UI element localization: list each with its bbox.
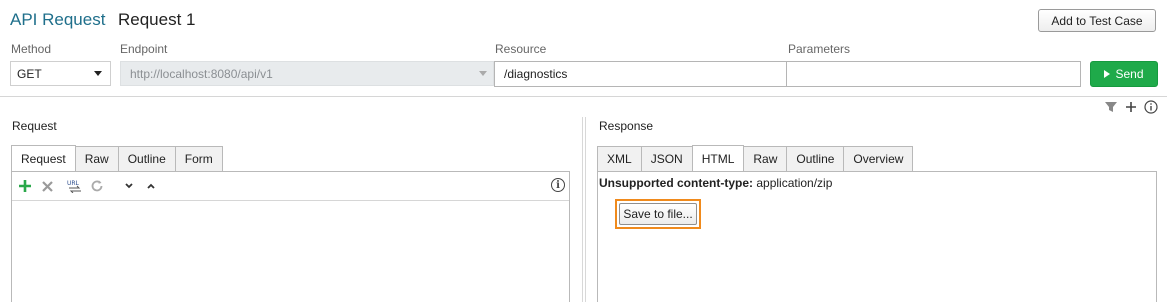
add-icon[interactable] — [16, 177, 34, 195]
request-toolbar: URL — [12, 172, 569, 201]
plus-icon[interactable] — [1124, 100, 1138, 114]
splitter-handle[interactable] — [582, 117, 586, 302]
method-select[interactable]: GET — [10, 61, 111, 86]
chevron-down-icon — [94, 71, 102, 76]
svg-text:URL: URL — [67, 180, 80, 187]
tab-outline[interactable]: Outline — [786, 146, 845, 172]
tab-json[interactable]: JSON — [640, 146, 693, 172]
endpoint-select[interactable]: http://localhost:8080/api/v1 — [120, 61, 494, 86]
parameters-label: Parameters — [788, 42, 851, 56]
info-icon[interactable] — [1144, 100, 1158, 114]
save-button-highlight: Save to file... — [615, 199, 701, 229]
resource-label: Resource — [495, 42, 547, 56]
filter-icon[interactable] — [1104, 100, 1118, 114]
panel-toolbar — [1104, 100, 1158, 114]
play-icon — [1104, 70, 1111, 78]
response-message: Unsupported content-type: application/zi… — [599, 176, 832, 190]
tab-raw[interactable]: Raw — [743, 146, 788, 172]
endpoint-value: http://localhost:8080/api/v1 — [130, 66, 273, 81]
endpoint-label: Endpoint — [120, 42, 168, 56]
move-up-icon[interactable] — [142, 177, 160, 195]
request-section-title: Request — [12, 119, 57, 133]
tab-overview[interactable]: Overview — [843, 146, 914, 172]
send-label: Send — [1115, 67, 1144, 81]
parameters-input[interactable] — [786, 61, 1081, 87]
divider — [0, 96, 1167, 97]
refresh-icon[interactable] — [88, 177, 106, 195]
move-down-icon[interactable] — [120, 177, 138, 195]
tab-html[interactable]: HTML — [691, 145, 745, 172]
request-tabs: Request Raw Outline Form — [11, 145, 223, 172]
resource-input[interactable]: /diagnostics — [494, 61, 787, 87]
method-label: Method — [11, 42, 52, 56]
response-tabs: XML JSON HTML Raw Outline Overview — [597, 145, 914, 172]
url-encode-icon[interactable]: URL — [66, 177, 84, 195]
tab-outline[interactable]: Outline — [117, 146, 176, 172]
tab-xml[interactable]: XML — [597, 146, 642, 172]
content-type-value: application/zip — [756, 176, 833, 190]
save-to-file-button[interactable]: Save to file... — [619, 203, 697, 225]
info-icon[interactable]: i — [551, 178, 565, 192]
add-to-test-case-button[interactable]: Add to Test Case — [1038, 9, 1156, 32]
response-section-title: Response — [599, 119, 654, 133]
app-title: API Request — [10, 10, 106, 29]
request-name: Request 1 — [118, 10, 196, 29]
method-value: GET — [17, 66, 42, 81]
delete-icon[interactable] — [38, 177, 56, 195]
chevron-down-icon — [479, 71, 487, 76]
response-panel — [597, 171, 1157, 302]
tab-form[interactable]: Form — [174, 146, 223, 172]
send-button[interactable]: Send — [1090, 61, 1158, 87]
content-type-label: Unsupported content-type: — [599, 176, 753, 190]
tab-raw[interactable]: Raw — [74, 146, 119, 172]
tab-request[interactable]: Request — [11, 145, 76, 172]
